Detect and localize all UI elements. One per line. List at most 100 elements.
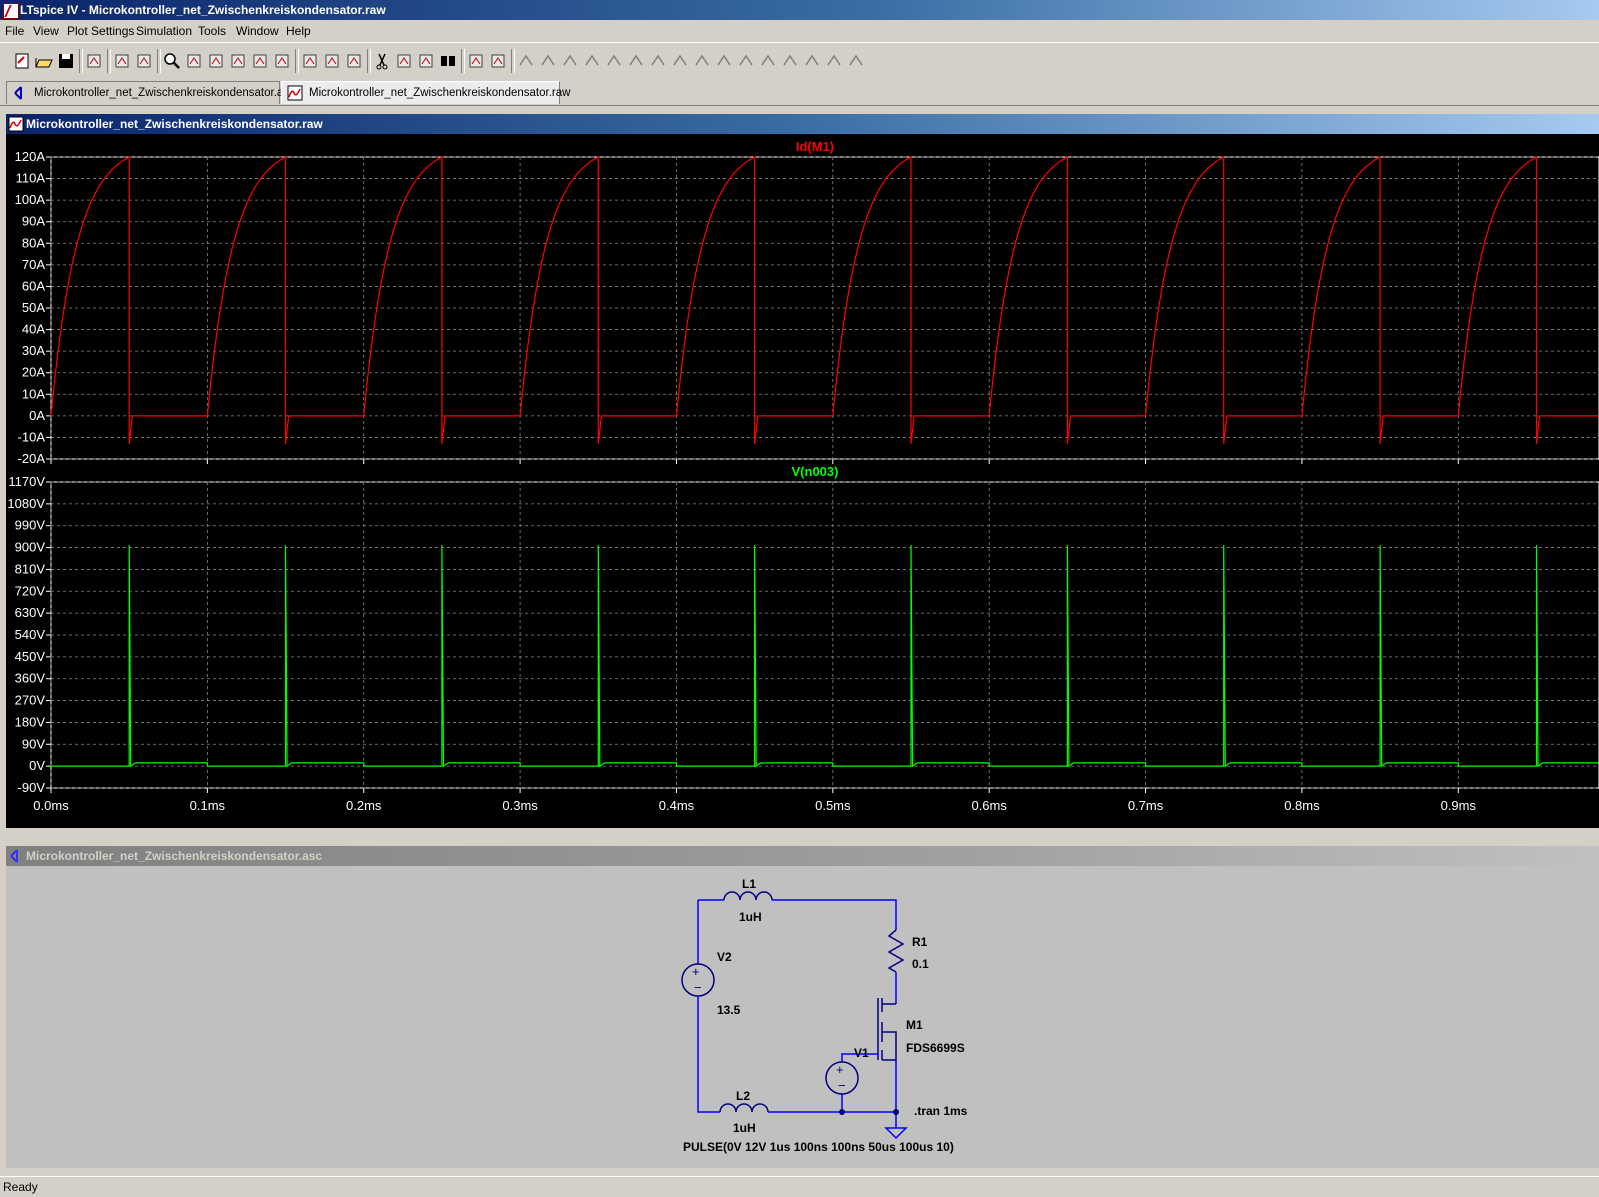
capacitor-icon[interactable] [604, 51, 624, 71]
open-icon[interactable] [34, 51, 54, 71]
schematic-window-title-bar[interactable]: Microkontroller_net_Zwischenkreiskondens… [6, 846, 1599, 866]
y-tick-label: 90A [22, 214, 45, 229]
toolbar-separator [107, 49, 111, 73]
trace-title[interactable]: V(n003) [792, 464, 839, 479]
halt-icon[interactable] [134, 51, 154, 71]
y-tick-label: -10A [18, 429, 46, 444]
M1-value-label: FDS6699S [906, 1041, 965, 1055]
menu-simulation[interactable]: Simulation [136, 24, 192, 38]
menu-file[interactable]: File [5, 24, 24, 38]
y-tick-label: 990V [15, 518, 46, 533]
wire-icon[interactable] [516, 51, 536, 71]
x-tick-label: 0.9ms [1441, 798, 1477, 813]
menu-window[interactable]: Window [236, 24, 279, 38]
component-icon[interactable] [670, 51, 690, 71]
waveform-viewer[interactable]: 120A 110A 100A 90A 80A 70A 60A 50A 40A 30A 20A 10A 0… [6, 134, 1599, 828]
tile-vertical-icon[interactable] [344, 51, 364, 71]
y-tick-label: 60A [22, 278, 45, 293]
trace-title[interactable]: Id(M1) [796, 139, 834, 154]
tab-waveform[interactable]: Microkontroller_net_Zwischenkreiskondens… [281, 81, 570, 104]
waveform-plot-svg[interactable]: 120A 110A 100A 90A 80A 70A 60A 50A 40A 30A 20A 10A 0… [6, 134, 1599, 828]
toolbar-separator [157, 49, 161, 73]
zoom-cancel-icon[interactable] [228, 51, 248, 71]
toolbar-separator [79, 49, 83, 73]
ground-icon[interactable] [538, 51, 558, 71]
print-icon[interactable] [488, 51, 508, 71]
menu-tools[interactable]: Tools [198, 24, 226, 38]
x-tick-label: 0.5ms [815, 798, 851, 813]
redo-icon[interactable] [758, 51, 778, 71]
print-setup-icon[interactable] [466, 51, 486, 71]
find-icon[interactable] [438, 51, 458, 71]
autorange-icon[interactable] [250, 51, 270, 71]
ground-symbol[interactable] [884, 1112, 908, 1140]
new-schematic-icon[interactable] [12, 51, 32, 71]
x-tick-label: 0.1ms [190, 798, 226, 813]
ltspice-app-icon[interactable] [3, 3, 19, 19]
y-tick-label: -20A [18, 451, 46, 466]
inductor-L2-symbol[interactable] [719, 1103, 769, 1113]
x-tick-label: 0.2ms [346, 798, 382, 813]
spice-directive-icon[interactable] [846, 51, 866, 71]
svg-text:−: − [694, 980, 702, 995]
svg-text:−: − [838, 1078, 846, 1093]
schematic-editor[interactable]: + − + − L1 1uH R1 0.1 V2 13.5 M1 FDS6699S … [6, 866, 1599, 1168]
inductor-L1-symbol[interactable] [723, 891, 773, 901]
tab-schematic[interactable]: Microkontroller_net_Zwischenkreiskondens… [6, 81, 295, 104]
y-tick-label: 10A [22, 386, 45, 401]
toolbar-separator [295, 49, 299, 73]
label-icon[interactable] [560, 51, 580, 71]
diode-icon[interactable] [648, 51, 668, 71]
schematic-canvas[interactable]: +− +− L1 1uH R1 0.1 V2 13.5 M1 FDS6699S … [6, 866, 1599, 1168]
status-text: Ready [3, 1180, 38, 1194]
y-tick-label: 900V [15, 540, 46, 555]
spice-directive[interactable]: .tran 1ms [914, 1104, 968, 1118]
paste-icon[interactable] [416, 51, 436, 71]
mirror-icon[interactable] [802, 51, 822, 71]
zoom-box-icon[interactable] [184, 51, 204, 71]
zoom-in-icon[interactable] [162, 51, 182, 71]
control-panel-icon[interactable] [84, 51, 104, 71]
toolbar-separator [461, 49, 465, 73]
run-icon[interactable] [112, 51, 132, 71]
x-tick-label: 0.7ms [1128, 798, 1164, 813]
zoom-full-icon[interactable] [272, 51, 292, 71]
schematic-icon [14, 86, 22, 100]
y-tick-label: 1170V [8, 474, 45, 489]
x-tick-label: 0.6ms [971, 798, 1007, 813]
y-tick-label: 100A [15, 192, 46, 207]
cut-icon[interactable] [372, 51, 392, 71]
y-tick-label: 30A [22, 343, 45, 358]
plot-window-title: Microkontroller_net_Zwischenkreiskondens… [26, 117, 323, 131]
toolbar-separator [511, 49, 515, 73]
move-icon[interactable] [692, 51, 712, 71]
wire[interactable] [772, 899, 897, 930]
rotate-icon[interactable] [780, 51, 800, 71]
plot-window-title-bar[interactable]: Microkontroller_net_Zwischenkreiskondens… [6, 114, 1599, 134]
menu-view[interactable]: View [33, 24, 59, 38]
text-icon[interactable] [824, 51, 844, 71]
drag-icon[interactable] [714, 51, 734, 71]
y-tick-label: -90V [18, 780, 46, 795]
inductor-icon[interactable] [626, 51, 646, 71]
schematic-window-title: Microkontroller_net_Zwischenkreiskondens… [26, 849, 323, 863]
toolbar-separator [367, 49, 371, 73]
x-tick-label: 0.8ms [1284, 798, 1320, 813]
y-tick-label: 360V [15, 671, 46, 686]
zoom-out-icon[interactable] [206, 51, 226, 71]
y-tick-label: 20A [22, 365, 45, 380]
mosfet-M1-symbol[interactable] [877, 998, 896, 1060]
undo-icon[interactable] [736, 51, 756, 71]
menu-plot-settings[interactable]: Plot Settings [67, 24, 134, 38]
resistor-icon[interactable] [582, 51, 602, 71]
cascade-icon[interactable] [322, 51, 342, 71]
svg-text:+: + [836, 1062, 844, 1077]
resistor-R1-symbol[interactable] [887, 929, 905, 973]
menu-help[interactable]: Help [286, 24, 311, 38]
save-icon[interactable] [56, 51, 76, 71]
waveform-icon [8, 116, 24, 132]
tile-horizontal-icon[interactable] [300, 51, 320, 71]
copy-icon[interactable] [394, 51, 414, 71]
trace-v-n003[interactable] [51, 545, 1599, 768]
V1-value-label: PULSE(0V 12V 1us 100ns 100ns 50us 100us … [683, 1140, 954, 1154]
